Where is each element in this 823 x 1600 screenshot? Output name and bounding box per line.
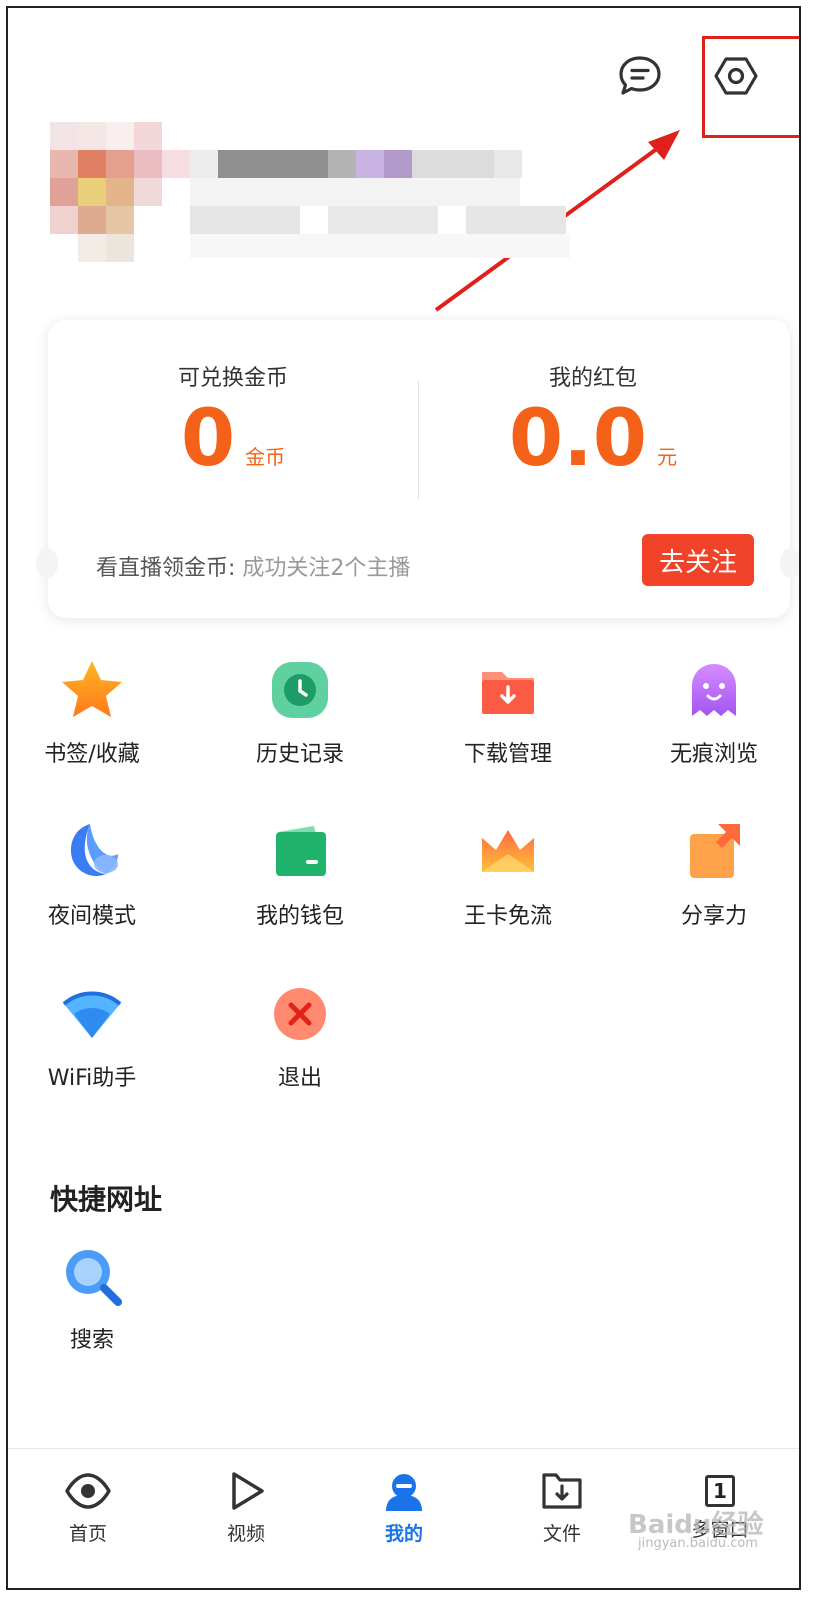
nav-video[interactable]: 视频 <box>196 1471 296 1546</box>
app-screen: 可兑换金币 0 金币 我的红包 0.0 元 看直播领金币: 成功关注2个主播 去… <box>6 6 801 1590</box>
follow-button[interactable]: 去关注 <box>642 534 754 586</box>
search-icon <box>66 1250 122 1306</box>
hongbao-unit: 元 <box>657 445 678 469</box>
grid-item-incognito[interactable]: 无痕浏览 <box>634 658 794 768</box>
watermark-url: jingyan.baidu.com <box>638 1536 758 1551</box>
hongbao-label: 我的红包 <box>548 366 637 391</box>
nav-label: 我的 <box>384 1523 423 1545</box>
grid-item-history[interactable]: 历史记录 <box>220 658 380 768</box>
ghost-icon <box>692 664 736 716</box>
tip-prefix: 看直播领金币: <box>96 556 236 581</box>
grid-item-share[interactable]: 分享力 <box>634 820 794 930</box>
grid-item-label: 退出 <box>277 1066 322 1091</box>
hongbao-stat[interactable]: 我的红包 0.0 元 <box>428 360 758 478</box>
shortcut-label: 搜索 <box>69 1328 114 1353</box>
eye-icon <box>65 1473 111 1509</box>
grid-item-label: 王卡免流 <box>463 904 552 929</box>
grid-item-label: 书签/收藏 <box>44 742 140 767</box>
moon-icon <box>70 824 118 877</box>
star-icon <box>62 661 122 717</box>
card-notch-left <box>36 548 58 578</box>
coins-stat[interactable]: 可兑换金币 0 金币 <box>68 360 398 478</box>
card-notch-right <box>780 548 799 578</box>
coins-unit: 金币 <box>245 445 286 469</box>
card-divider <box>418 380 419 500</box>
hongbao-value: 0.0 <box>508 394 648 484</box>
user-icon <box>386 1474 422 1511</box>
grid-item-label: 分享力 <box>680 904 747 929</box>
coins-label: 可兑换金币 <box>177 366 288 391</box>
grid-item-label: WiFi助手 <box>47 1066 137 1091</box>
grid-item-night-mode[interactable]: 夜间模式 <box>12 820 172 930</box>
nav-home[interactable]: 首页 <box>38 1471 138 1546</box>
nav-mine[interactable]: 我的 <box>354 1471 454 1546</box>
grid-item-label: 无痕浏览 <box>669 742 758 767</box>
grid-item-logout[interactable]: 退出 <box>220 982 380 1092</box>
grid-item-king-card[interactable]: 王卡免流 <box>428 820 588 930</box>
close-circle-icon <box>274 988 326 1040</box>
nav-label: 文件 <box>542 1523 581 1545</box>
grid-item-label: 历史记录 <box>255 742 344 767</box>
grid-item-wifi[interactable]: WiFi助手 <box>12 982 172 1092</box>
grid-item-downloads[interactable]: 下载管理 <box>428 658 588 768</box>
share-icon <box>690 824 740 878</box>
grid-item-label: 夜间模式 <box>47 904 136 929</box>
nav-label: 视频 <box>226 1523 265 1545</box>
tip-rest: 成功关注2个主播 <box>242 556 411 581</box>
grid-item-bookmarks[interactable]: 书签/收藏 <box>12 658 172 768</box>
clock-icon <box>272 662 328 718</box>
live-coin-tip: 看直播领金币: 成功关注2个主播 <box>96 550 410 582</box>
grid-item-label: 我的钱包 <box>255 904 344 929</box>
window-count-icon: 1 <box>705 1475 735 1507</box>
coins-value: 0 <box>180 394 236 484</box>
grid-item-wallet[interactable]: 我的钱包 <box>220 820 380 930</box>
nav-files[interactable]: 文件 <box>512 1471 612 1546</box>
grid-item-label: 下载管理 <box>463 742 552 767</box>
shortcut-search[interactable]: 搜索 <box>12 1244 172 1354</box>
shortcuts-title: 快捷网址 <box>50 1183 163 1216</box>
crown-icon <box>482 830 534 872</box>
file-download-icon <box>542 1473 582 1509</box>
nav-label: 首页 <box>68 1523 107 1545</box>
rewards-card: 可兑换金币 0 金币 我的红包 0.0 元 看直播领金币: 成功关注2个主播 去… <box>36 320 799 618</box>
wifi-icon <box>62 991 122 1038</box>
wallet-icon <box>276 826 326 876</box>
play-icon <box>232 1472 264 1510</box>
download-folder-icon <box>482 672 534 714</box>
